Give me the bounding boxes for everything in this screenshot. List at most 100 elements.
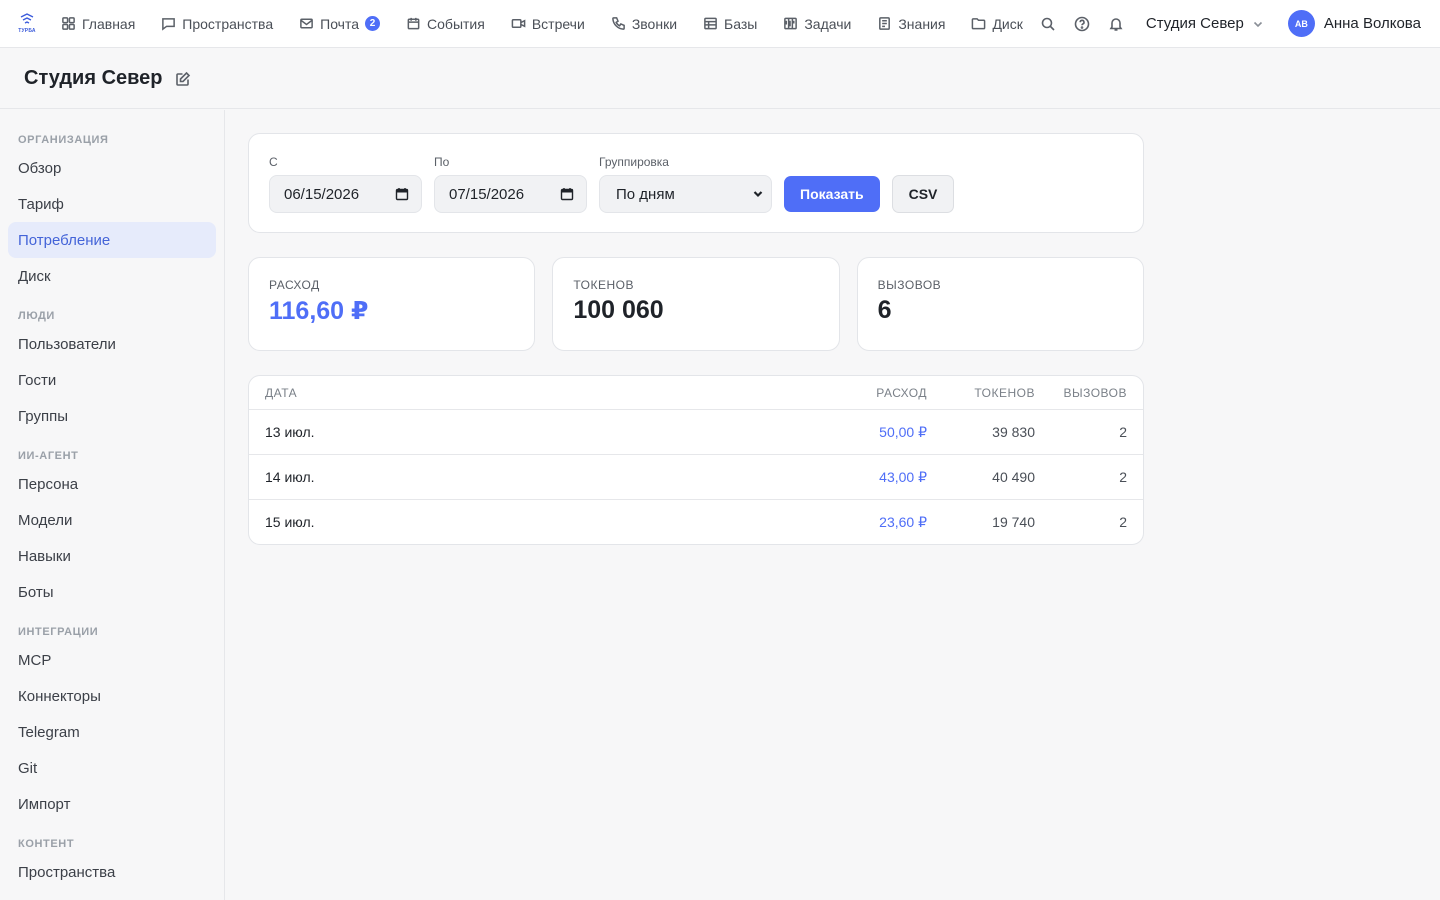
- sidebar-item-models[interactable]: Модели: [8, 502, 216, 538]
- to-date-field: По 07/15/2026: [434, 154, 587, 213]
- search-icon[interactable]: [1040, 16, 1056, 32]
- mail-icon: [300, 18, 314, 29]
- sidebar-item-users[interactable]: Пользователи: [8, 326, 216, 362]
- stat-label: РАСХОД: [269, 278, 320, 292]
- nav-label: Задачи: [804, 15, 852, 32]
- app-logo[interactable]: ТУРБА: [16, 13, 38, 34]
- nav-item-knowledge[interactable]: Знания: [864, 0, 958, 48]
- column-header-date[interactable]: ДАТА: [249, 386, 807, 400]
- nav-label: События: [427, 15, 485, 32]
- from-date-field: С 06/15/2026: [269, 154, 422, 213]
- stat-value-cost: 116,60 ₽: [269, 297, 369, 325]
- sidebar-item-consumption[interactable]: Потребление: [8, 222, 216, 258]
- cell-cost: 50,00 ₽: [879, 423, 927, 440]
- nav-item-bases[interactable]: Базы: [690, 0, 770, 48]
- cell-tokens: 39 830: [992, 424, 1035, 440]
- cell-tokens: 19 740: [992, 514, 1035, 530]
- sidebar-item-groups[interactable]: Группы: [8, 398, 216, 434]
- sidebar-item-git[interactable]: Git: [8, 750, 216, 786]
- nav-item-home[interactable]: Главная: [48, 0, 148, 48]
- stat-value-calls: 6: [877, 296, 892, 324]
- column-header-calls[interactable]: ВЫЗОВОВ: [1035, 386, 1143, 400]
- to-date-label: По: [434, 155, 450, 169]
- cell-cost: 43,00 ₽: [879, 468, 927, 485]
- nav-label: Почта: [320, 15, 360, 32]
- edit-icon[interactable]: [175, 71, 191, 87]
- video-icon: [511, 19, 526, 28]
- to-date-input[interactable]: 07/15/2026: [434, 175, 587, 213]
- cell-date: 14 июл.: [265, 469, 315, 485]
- nav-item-calls[interactable]: Звонки: [598, 0, 690, 48]
- cell-calls: 2: [1119, 469, 1127, 485]
- mail-count-badge: 2: [365, 16, 381, 31]
- sidebar-item-telegram[interactable]: Telegram: [8, 714, 216, 750]
- user-name: Анна Волкова: [1323, 15, 1421, 32]
- nav-label: Звонки: [631, 15, 678, 32]
- help-icon[interactable]: [1074, 16, 1090, 32]
- stat-card-calls: ВЫЗОВОВ 6: [856, 257, 1144, 351]
- from-date-value: 06/15/2026: [284, 185, 360, 203]
- table-row[interactable]: 15 июл. 23,60 ₽ 19 740 2: [249, 499, 1143, 544]
- sidebar-item-mcp[interactable]: MCP: [8, 642, 216, 678]
- from-date-label: С: [269, 155, 278, 169]
- csv-export-button[interactable]: CSV: [891, 175, 955, 213]
- sidebar-item-connectors[interactable]: Коннекторы: [8, 678, 216, 714]
- user-menu[interactable]: АВ Анна Волкова: [1287, 10, 1421, 37]
- cell-cost: 23,60 ₽: [879, 513, 927, 530]
- sidebar-item-guests[interactable]: Гости: [8, 362, 216, 398]
- table-icon: [704, 17, 717, 30]
- filters-card: С 06/15/2026 По 07/15/2026 Группировка П…: [248, 133, 1144, 233]
- nav-item-events[interactable]: События: [393, 0, 498, 48]
- cell-tokens: 40 490: [992, 469, 1035, 485]
- nav-item-spaces[interactable]: Пространства: [148, 0, 286, 48]
- bell-icon[interactable]: [1108, 16, 1124, 32]
- usage-panel: С 06/15/2026 По 07/15/2026 Группировка П…: [248, 133, 1144, 545]
- sidebar-item-overview[interactable]: Обзор: [8, 150, 216, 186]
- stat-label: ВЫЗОВОВ: [877, 278, 942, 292]
- stat-label: ТОКЕНОВ: [573, 278, 634, 292]
- sidebar-item-import[interactable]: Импорт: [8, 786, 216, 822]
- sidebar-item-spaces[interactable]: Пространства: [8, 854, 216, 890]
- column-header-cost[interactable]: РАСХОД: [807, 386, 927, 400]
- sidebar-item-tariff[interactable]: Тариф: [8, 186, 216, 222]
- from-date-input[interactable]: 06/15/2026: [269, 175, 422, 213]
- logo-mark-icon: [20, 13, 34, 24]
- org-switcher-label: Студия Север: [1145, 15, 1244, 32]
- grouping-label: Группировка: [599, 155, 669, 169]
- sidebar-item-disk[interactable]: Диск: [8, 258, 216, 294]
- stat-card-cost: РАСХОД 116,60 ₽: [248, 257, 536, 351]
- nav-item-mail[interactable]: Почта 2: [286, 0, 393, 48]
- cell-calls: 2: [1119, 514, 1127, 530]
- chevron-down-icon: [1253, 21, 1262, 27]
- settings-sidebar: ОРГАНИЗАЦИЯ Обзор Тариф Потребление Диск…: [0, 110, 225, 900]
- sidebar-section-title: ИНТЕГРАЦИИ: [18, 626, 99, 638]
- calendar-picker-icon[interactable]: [395, 187, 409, 201]
- sidebar-section-title: ОРГАНИЗАЦИЯ: [18, 134, 109, 146]
- sidebar-item-bots[interactable]: Боты: [8, 574, 216, 610]
- usage-table: ДАТА РАСХОД ТОКЕНОВ ВЫЗОВОВ 13 июл. 50,0…: [248, 375, 1144, 545]
- table-row[interactable]: 13 июл. 50,00 ₽ 39 830 2: [249, 409, 1143, 454]
- nav-item-disk[interactable]: Диск: [958, 0, 1035, 48]
- grouping-value: По дням: [616, 185, 675, 203]
- stat-card-tokens: ТОКЕНОВ 100 060: [552, 257, 840, 351]
- sidebar-section-title: ИИ-АГЕНТ: [18, 450, 79, 462]
- show-button[interactable]: Показать: [784, 176, 880, 212]
- kanban-icon: [784, 17, 798, 30]
- nav-item-meetings[interactable]: Встречи: [498, 0, 598, 48]
- column-header-tokens[interactable]: ТОКЕНОВ: [927, 386, 1035, 400]
- sidebar-item-persona[interactable]: Персона: [8, 466, 216, 502]
- stats-row: РАСХОД 116,60 ₽ ТОКЕНОВ 100 060 ВЫЗОВОВ …: [248, 257, 1144, 351]
- nav-label: Знания: [898, 15, 946, 32]
- page-header: Студия Север: [0, 49, 1440, 109]
- calendar-picker-icon[interactable]: [560, 187, 574, 201]
- folder-icon: [972, 18, 986, 30]
- grouping-select[interactable]: По дням: [599, 175, 772, 213]
- table-row[interactable]: 14 июл. 43,00 ₽ 40 490 2: [249, 454, 1143, 499]
- to-date-value: 07/15/2026: [449, 185, 525, 203]
- sidebar-item-skills[interactable]: Навыки: [8, 538, 216, 574]
- org-switcher[interactable]: Студия Север: [1146, 15, 1264, 32]
- top-actions: [1040, 16, 1124, 32]
- nav-item-tasks[interactable]: Задачи: [770, 0, 864, 48]
- calendar-icon: [407, 17, 420, 30]
- nav-label: Главная: [82, 15, 136, 32]
